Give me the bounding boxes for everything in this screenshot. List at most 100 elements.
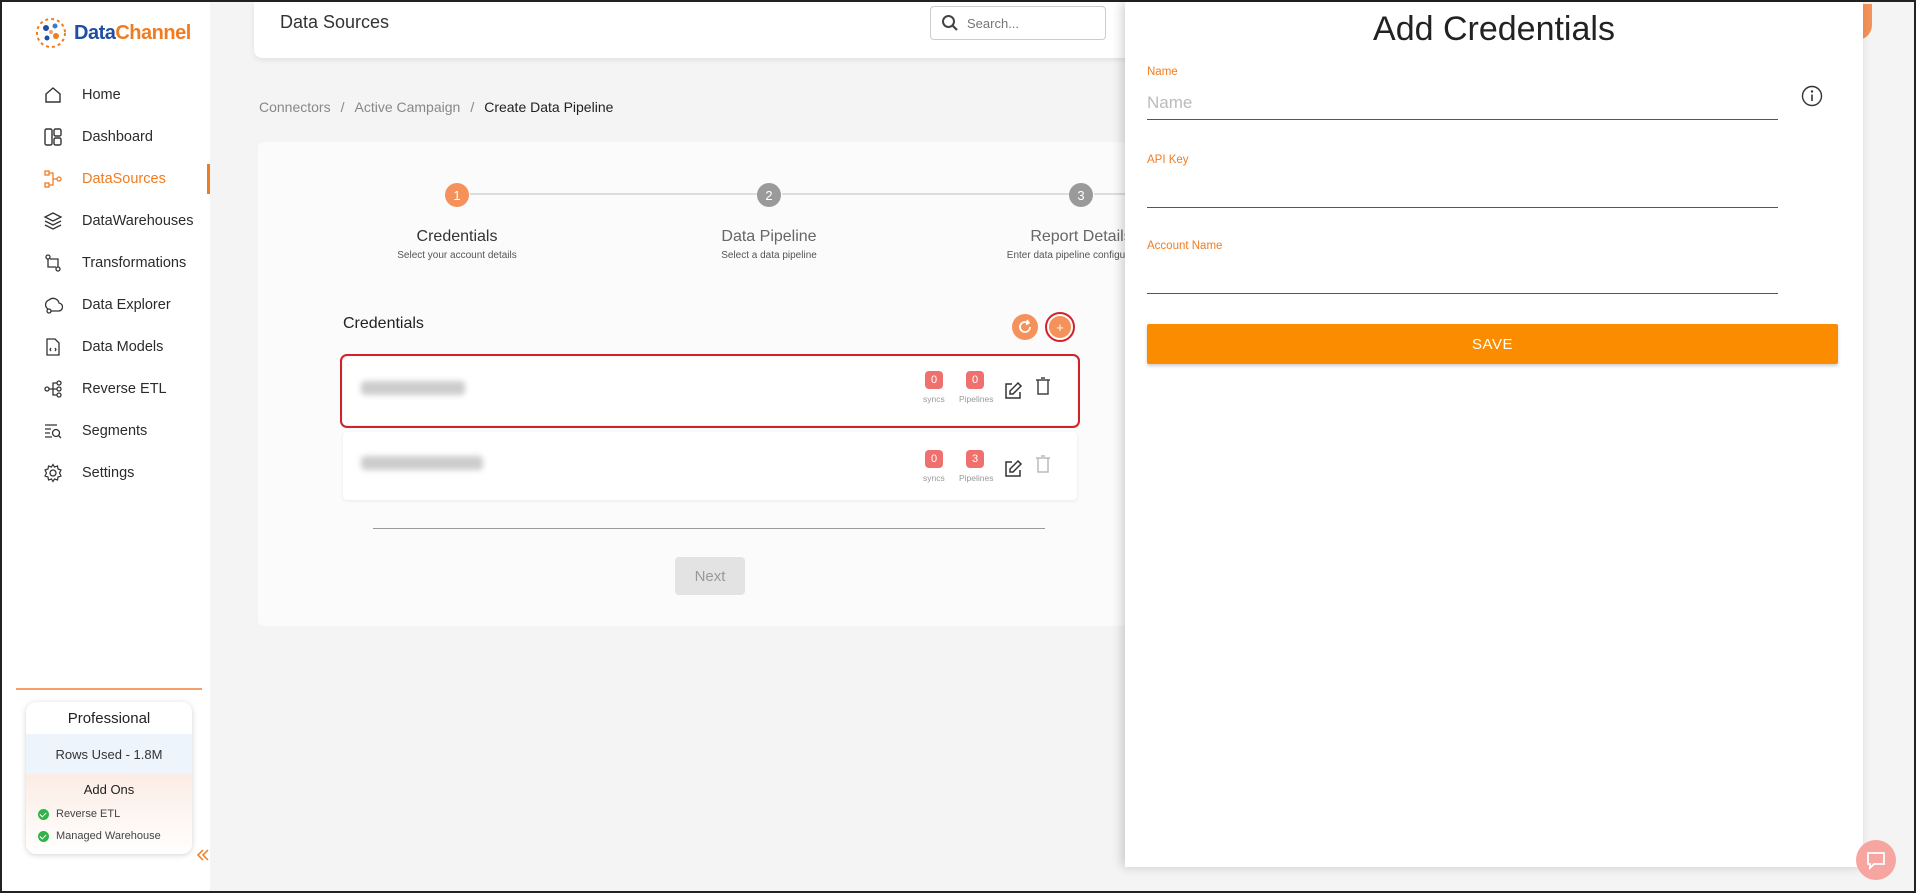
step-2-subtitle: Select a data pipeline [721,250,817,261]
double-chevron-left-icon [196,849,209,861]
breadcrumb-separator: / [340,99,345,115]
explorer-icon [42,294,64,316]
step-2-circle: 2 [757,183,781,207]
addons-section: Add Ons Reverse ETL Managed Warehouse [26,774,192,854]
layers-icon [42,210,64,232]
syncs-label: syncs [923,473,945,483]
search-input[interactable] [967,15,1087,31]
plan-name: Professional [67,709,151,727]
sidebar-item-segments[interactable]: Segments [2,410,210,452]
addon-item: Managed Warehouse [26,825,192,847]
account-name-label: Account Name [1147,240,1223,252]
search-box[interactable] [930,6,1106,40]
credential-row[interactable]: 0 syncs 0 Pipelines [340,354,1080,428]
name-input[interactable] [1147,86,1778,120]
sidebar: DataChannel Home Dashboard DataSources D… [2,2,210,891]
sidebar-item-data-models[interactable]: Data Models [2,326,210,368]
edit-icon[interactable] [1003,459,1023,479]
home-icon [42,84,64,106]
syncs-count: 0 [925,371,943,389]
sidebar-item-datasources[interactable]: DataSources [2,158,210,200]
stepper-line [782,193,1070,195]
sidebar-item-home[interactable]: Home [2,74,210,116]
chat-icon [1867,852,1885,871]
sidebar-nav: Home Dashboard DataSources DataWarehouse… [2,74,210,494]
pipelines-label: Pipelines [959,394,994,404]
divider [373,528,1045,529]
edit-icon[interactable] [1003,381,1023,401]
next-button[interactable]: Next [675,557,745,595]
sidebar-item-dashboard[interactable]: Dashboard [2,116,210,158]
sidebar-item-label: DataWarehouses [82,213,194,229]
addons-title: Add Ons [83,782,135,797]
page-title: Data Sources [280,12,390,32]
sidebar-item-label: Settings [82,465,135,481]
logo[interactable]: DataChannel [34,16,191,50]
breadcrumb-current: Create Data Pipeline [484,99,614,115]
breadcrumb-active-campaign[interactable]: Active Campaign [354,99,460,115]
info-icon[interactable] [1801,85,1823,107]
stepper-line [470,193,758,195]
api-key-input[interactable] [1147,174,1778,208]
logo-text: DataChannel [74,21,191,44]
step-2-title: Data Pipeline [721,228,817,245]
breadcrumb-connectors[interactable]: Connectors [259,99,331,115]
credential-name-blurred [361,381,465,395]
save-button[interactable]: SAVE [1147,324,1838,364]
credential-name-blurred [361,456,483,470]
drawer-title: Add Credentials [1373,10,1615,48]
pipelines-count: 3 [966,450,984,468]
sidebar-item-label: Transformations [82,255,187,271]
models-icon [42,336,64,358]
sidebar-divider [16,688,202,690]
sidebar-item-label: Data Models [82,339,164,355]
addon-item: Reverse ETL [26,803,192,825]
gear-icon [42,462,64,484]
breadcrumb: Connectors / Active Campaign / Create Da… [259,99,613,115]
sidebar-item-label: DataSources [82,171,166,187]
transform-icon [42,252,64,274]
credential-row[interactable]: 0 syncs 3 Pipelines [343,432,1077,500]
breadcrumb-separator: / [470,99,475,115]
step-1-circle: 1 [445,183,469,207]
datachannel-logo-icon [36,18,66,48]
pipelines-label: Pipelines [959,473,994,483]
datasources-icon [42,168,64,190]
plus-icon: + [1049,316,1071,338]
search-icon [942,15,958,31]
sidebar-item-label: Segments [82,423,148,439]
step-3-circle: 3 [1069,183,1093,207]
refresh-button[interactable] [1012,314,1038,340]
step-1-subtitle: Select your account details [397,250,517,261]
trash-icon[interactable] [1033,454,1053,474]
syncs-label: syncs [923,394,945,404]
add-credential-button[interactable]: + [1045,312,1075,342]
account-name-input[interactable] [1147,260,1778,294]
step-1-title: Credentials [416,228,498,245]
rows-used: Rows Used - 1.8M [26,734,192,774]
sidebar-item-datawarehouses[interactable]: DataWarehouses [2,200,210,242]
sidebar-item-settings[interactable]: Settings [2,452,210,494]
refresh-icon [1019,319,1031,333]
collapse-sidebar-button[interactable] [194,846,214,866]
trash-icon[interactable] [1033,376,1053,396]
sidebar-item-label: Dashboard [82,129,153,145]
api-key-label: API Key [1147,154,1189,166]
sidebar-item-reverse-etl[interactable]: Reverse ETL [2,368,210,410]
check-icon [38,808,49,820]
pipelines-count: 0 [966,371,984,389]
sidebar-item-transformations[interactable]: Transformations [2,242,210,284]
plan-card: Professional Rows Used - 1.8M Add Ons Re… [26,702,192,854]
chat-button[interactable] [1856,840,1896,880]
credentials-heading: Credentials [343,315,424,332]
check-icon [38,830,49,842]
segments-icon [42,420,64,442]
sidebar-item-label: Data Explorer [82,297,171,313]
sidebar-item-label: Home [82,87,121,103]
add-credentials-drawer: Add Credentials Name API Key Account Nam… [1125,2,1863,867]
reverse-etl-icon [42,378,64,400]
dashboard-icon [42,126,64,148]
sidebar-item-label: Reverse ETL [82,381,167,397]
sidebar-item-data-explorer[interactable]: Data Explorer [2,284,210,326]
syncs-count: 0 [925,450,943,468]
